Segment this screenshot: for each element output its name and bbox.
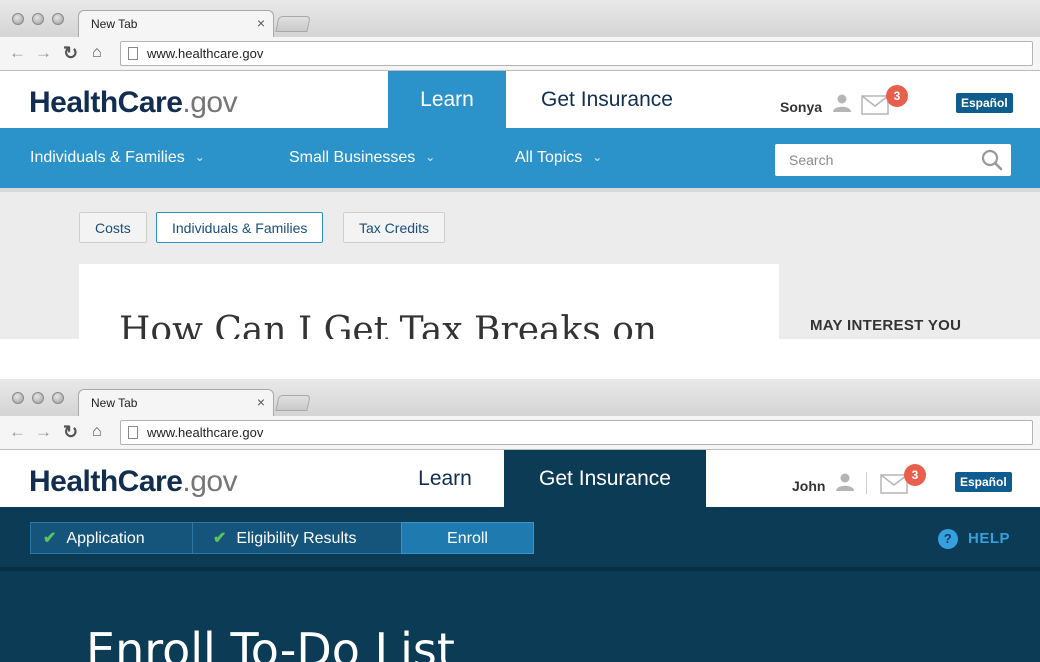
enrollment-steps-bar: ✔ Application ✔ Eligibility Results Enroll… — [0, 507, 1040, 567]
chevron-down-icon: ⌄ — [425, 150, 436, 164]
tab-close-icon[interactable]: × — [257, 394, 265, 410]
user-name[interactable]: John — [792, 478, 825, 494]
chip-tax-credits[interactable]: Tax Credits — [343, 212, 446, 243]
espanol-button[interactable]: Español — [955, 472, 1012, 492]
close-window-button[interactable] — [12, 13, 24, 25]
topic-subnav: Individuals & Families ⌄ Small Businesses… — [0, 128, 1040, 188]
help-link[interactable]: ? HELP — [937, 529, 1010, 549]
nav-get-insurance[interactable]: Get Insurance — [506, 71, 708, 128]
logo-tld: .gov — [182, 86, 238, 119]
sidebar-heading: MAY INTEREST YOU — [810, 317, 962, 334]
subnav-all-topics[interactable]: All Topics ⌄ — [515, 149, 602, 167]
subnav-individuals-families[interactable]: Individuals & Families ⌄ — [30, 149, 205, 167]
logo-brand: HealthCare — [29, 465, 183, 498]
back-arrow-icon[interactable]: ← — [9, 422, 26, 442]
reload-icon[interactable]: ↻ — [63, 422, 78, 442]
page-icon — [128, 426, 138, 439]
forward-arrow-icon[interactable]: → — [35, 43, 52, 63]
step-application[interactable]: ✔ Application — [30, 522, 198, 554]
step-eligibility-results[interactable]: ✔ Eligibility Results — [192, 522, 406, 554]
article-title: How Can I Get Tax Breaks on — [119, 310, 658, 339]
home-icon[interactable]: ⌂ — [92, 43, 102, 63]
tab-strip: New Tab × — [0, 379, 1040, 417]
chevron-down-icon: ⌄ — [194, 150, 205, 164]
browser-window-1: New Tab × ← → ↻ ⌂ www.healthcare.gov Hea… — [0, 0, 1040, 339]
divider — [866, 472, 867, 494]
url-text: www.healthcare.gov — [147, 425, 264, 440]
tab-title: New Tab — [91, 396, 138, 410]
nav-learn[interactable]: Learn — [386, 450, 504, 507]
mail-icon[interactable] — [861, 95, 889, 115]
message-count-badge: 3 — [904, 464, 926, 486]
browser-toolbar: ← → ↻ ⌂ www.healthcare.gov — [0, 416, 1040, 450]
zoom-window-button[interactable] — [52, 13, 64, 25]
search-input[interactable]: Search — [775, 144, 1011, 176]
checkmark-icon: ✔ — [43, 530, 57, 547]
new-tab-button[interactable] — [275, 395, 311, 411]
close-window-button[interactable] — [12, 392, 24, 404]
nav-learn[interactable]: Learn — [388, 71, 506, 128]
user-name[interactable]: Sonya — [780, 99, 822, 115]
person-icon[interactable] — [835, 472, 855, 492]
chevron-down-icon: ⌄ — [592, 150, 603, 164]
logo-brand: HealthCare — [29, 86, 183, 119]
healthcare-logo[interactable]: HealthCare.gov — [29, 464, 238, 500]
reload-icon[interactable]: ↻ — [63, 43, 78, 63]
back-arrow-icon[interactable]: ← — [9, 43, 26, 63]
site-header: HealthCare.gov Learn Get Insurance John … — [0, 450, 1040, 507]
chip-individuals-families[interactable]: Individuals & Families — [156, 212, 324, 243]
address-bar[interactable]: www.healthcare.gov — [120, 420, 1033, 445]
tab-close-icon[interactable]: × — [257, 15, 265, 31]
address-bar[interactable]: www.healthcare.gov — [120, 41, 1033, 66]
minimize-window-button[interactable] — [32, 13, 44, 25]
home-icon[interactable]: ⌂ — [92, 422, 102, 442]
healthcare-logo[interactable]: HealthCare.gov — [29, 85, 238, 121]
new-tab-button[interactable] — [275, 16, 311, 32]
logo-tld: .gov — [182, 465, 238, 498]
page-title: Enroll To-Do List — [86, 623, 455, 662]
browser-tab[interactable]: New Tab × — [78, 10, 274, 38]
site-header: HealthCare.gov Learn Get Insurance Sonya… — [0, 71, 1040, 128]
browser-tab[interactable]: New Tab × — [78, 389, 274, 417]
article-card: How Can I Get Tax Breaks on — [79, 264, 779, 339]
chip-costs[interactable]: Costs — [79, 212, 147, 243]
message-count-badge: 3 — [886, 85, 908, 107]
browser-window-2: New Tab × ← → ↻ ⌂ www.healthcare.gov Hea… — [0, 379, 1040, 662]
search-icon[interactable] — [981, 149, 1003, 171]
person-icon[interactable] — [832, 93, 852, 113]
search-placeholder: Search — [789, 152, 834, 168]
espanol-button[interactable]: Español — [956, 93, 1013, 113]
tab-title: New Tab — [91, 17, 138, 31]
checkmark-icon: ✔ — [213, 530, 227, 547]
nav-get-insurance[interactable]: Get Insurance — [504, 450, 706, 507]
content-area: Enroll To-Do List — [0, 567, 1040, 662]
subnav-small-businesses[interactable]: Small Businesses ⌄ — [289, 149, 435, 167]
url-text: www.healthcare.gov — [147, 46, 264, 61]
tab-strip: New Tab × — [0, 0, 1040, 38]
question-icon: ? — [937, 529, 958, 549]
browser-toolbar: ← → ↻ ⌂ www.healthcare.gov — [0, 37, 1040, 71]
page-icon — [128, 47, 138, 60]
zoom-window-button[interactable] — [52, 392, 64, 404]
forward-arrow-icon[interactable]: → — [35, 422, 52, 442]
content-area: Costs Individuals & Families Tax Credits… — [0, 188, 1040, 339]
step-enroll[interactable]: Enroll — [401, 522, 534, 554]
minimize-window-button[interactable] — [32, 392, 44, 404]
